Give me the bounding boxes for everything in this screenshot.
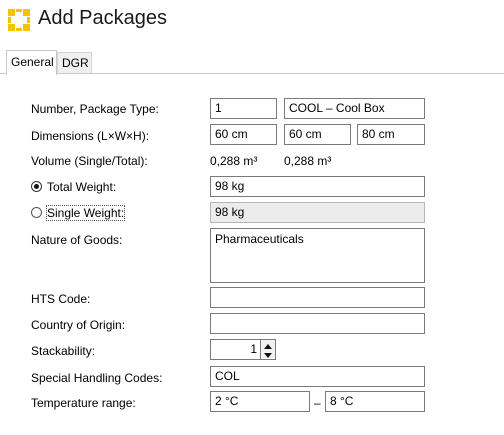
stackability-label: Stackability:	[31, 344, 96, 358]
single-weight-radio[interactable]	[31, 207, 42, 218]
dimensions-label: Dimensions (L×W×H):	[31, 129, 150, 143]
temperature-range-label: Temperature range:	[31, 396, 136, 410]
title-bar: Add Packages	[0, 0, 504, 44]
total-weight-label[interactable]: Total Weight:	[47, 180, 116, 194]
single-weight-field: 98 kg	[210, 202, 425, 223]
height-field[interactable]: 80 cm	[357, 124, 425, 145]
nature-of-goods-textarea[interactable]: Pharmaceuticals	[210, 228, 425, 283]
hts-code-field[interactable]	[210, 287, 425, 308]
stackability-spin-buttons	[260, 340, 275, 359]
special-handling-codes-label: Special Handling Codes:	[31, 371, 163, 385]
tab-divider	[0, 73, 504, 74]
total-weight-field[interactable]: 98 kg	[210, 176, 425, 197]
volume-single-value: 0,288 m³	[210, 154, 258, 168]
hts-code-label: HTS Code:	[31, 292, 91, 306]
radio-selected-dot	[34, 184, 39, 189]
total-weight-radio[interactable]	[31, 181, 42, 192]
tab-bar: General DGR	[0, 50, 504, 75]
temperature-separator: –	[314, 396, 321, 410]
width-field[interactable]: 60 cm	[284, 124, 351, 145]
single-weight-label[interactable]: Single Weight:	[45, 205, 126, 221]
temperature-from-field[interactable]: 2 °C	[210, 391, 310, 412]
dhl-logo-icon	[8, 9, 30, 31]
tab-general[interactable]: General	[6, 50, 57, 75]
triangle-down-icon	[264, 353, 272, 358]
volume-label: Volume (Single/Total):	[31, 154, 148, 168]
tab-dgr[interactable]: DGR	[57, 52, 92, 73]
window-title: Add Packages	[38, 7, 167, 29]
number-field[interactable]: 1	[210, 98, 277, 119]
spin-down-button[interactable]	[261, 349, 275, 358]
volume-total-value: 0,288 m³	[284, 154, 332, 168]
special-handling-codes-field[interactable]: COL	[210, 366, 425, 387]
length-field[interactable]: 60 cm	[210, 124, 277, 145]
nature-of-goods-label: Nature of Goods:	[31, 233, 123, 247]
number-package-type-label: Number, Package Type:	[31, 102, 159, 116]
country-of-origin-label: Country of Origin:	[31, 318, 126, 332]
package-type-field[interactable]: COOL – Cool Box	[284, 98, 425, 119]
temperature-to-field[interactable]: 8 °C	[325, 391, 425, 412]
country-of-origin-field[interactable]	[210, 313, 425, 334]
